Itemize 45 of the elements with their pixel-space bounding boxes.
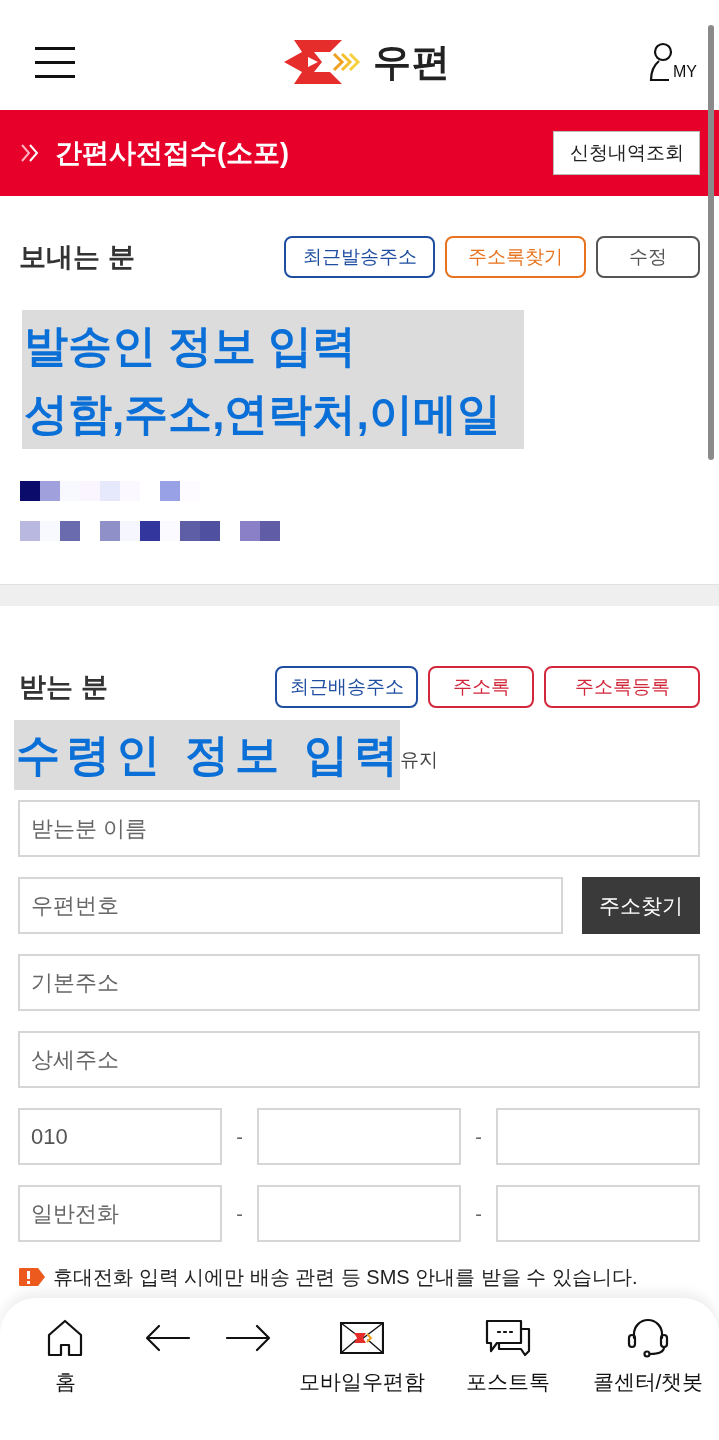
input-field[interactable] bbox=[257, 1185, 461, 1242]
section-title: 받는 분 bbox=[19, 670, 108, 704]
dash-separator: - bbox=[474, 1201, 483, 1227]
back-arrow-icon bbox=[145, 1324, 191, 1352]
input-field[interactable] bbox=[496, 1185, 700, 1242]
outline-button[interactable]: 최근배송주소 bbox=[275, 666, 418, 708]
home-icon bbox=[47, 1319, 83, 1357]
headset-icon bbox=[626, 1318, 670, 1358]
my-page-button[interactable]: MY bbox=[649, 42, 697, 82]
annotation-label: 발송인 정보 입력 성함,주소,연락처,이메일 bbox=[22, 310, 524, 449]
page-title: 간편사전접수(소포) bbox=[55, 136, 289, 170]
input-field[interactable]: 우편번호 bbox=[18, 877, 563, 934]
input-field[interactable] bbox=[496, 1108, 700, 1165]
nav-item[interactable]: 홈 bbox=[20, 1318, 110, 1396]
partial-text: 유지 bbox=[400, 747, 438, 772]
input-field[interactable]: 상세주소 bbox=[18, 1031, 700, 1088]
chat-icon bbox=[485, 1319, 531, 1357]
sms-notice-text: 휴대전화 입력 시에만 배송 관련 등 SMS 안내를 받을 수 있습니다. bbox=[53, 1265, 638, 1290]
dash-separator: - bbox=[235, 1124, 244, 1150]
address-search-button[interactable]: 주소찾기 bbox=[582, 877, 700, 934]
dash-separator: - bbox=[235, 1201, 244, 1227]
forward-arrow-icon bbox=[225, 1324, 271, 1352]
menu-icon[interactable] bbox=[35, 46, 75, 78]
annotation-label: 수령인 정보 입력 bbox=[14, 720, 400, 790]
scrollbar[interactable] bbox=[708, 25, 714, 460]
outline-button[interactable]: 주소록 bbox=[428, 666, 534, 708]
nav-item[interactable]: 포스트톡 bbox=[448, 1318, 568, 1396]
input-field[interactable]: 010 bbox=[18, 1108, 222, 1165]
input-field[interactable]: 일반전화 bbox=[18, 1185, 222, 1242]
alert-tag-icon bbox=[18, 1267, 46, 1287]
section-title: 보내는 분 bbox=[19, 240, 135, 274]
double-chevron-icon bbox=[20, 143, 40, 163]
outline-button[interactable]: 수정 bbox=[596, 236, 700, 278]
logo-text[interactable]: 우편 bbox=[373, 43, 451, 81]
nav-item[interactable]: 콜센터/챗봇 bbox=[585, 1318, 711, 1396]
dash-separator: - bbox=[474, 1124, 483, 1150]
history-button[interactable]: 신청내역조회 bbox=[553, 131, 700, 175]
outline-button[interactable]: 최근발송주소 bbox=[284, 236, 435, 278]
nav-item[interactable]: 모바일우편함 bbox=[297, 1318, 427, 1396]
outline-button[interactable]: 주소록등록 bbox=[544, 666, 700, 708]
user-icon bbox=[649, 42, 673, 82]
input-field[interactable] bbox=[257, 1108, 461, 1165]
input-field[interactable]: 받는분 이름 bbox=[18, 800, 700, 857]
input-field[interactable]: 기본주소 bbox=[18, 954, 700, 1011]
envelope-icon bbox=[340, 1322, 384, 1354]
